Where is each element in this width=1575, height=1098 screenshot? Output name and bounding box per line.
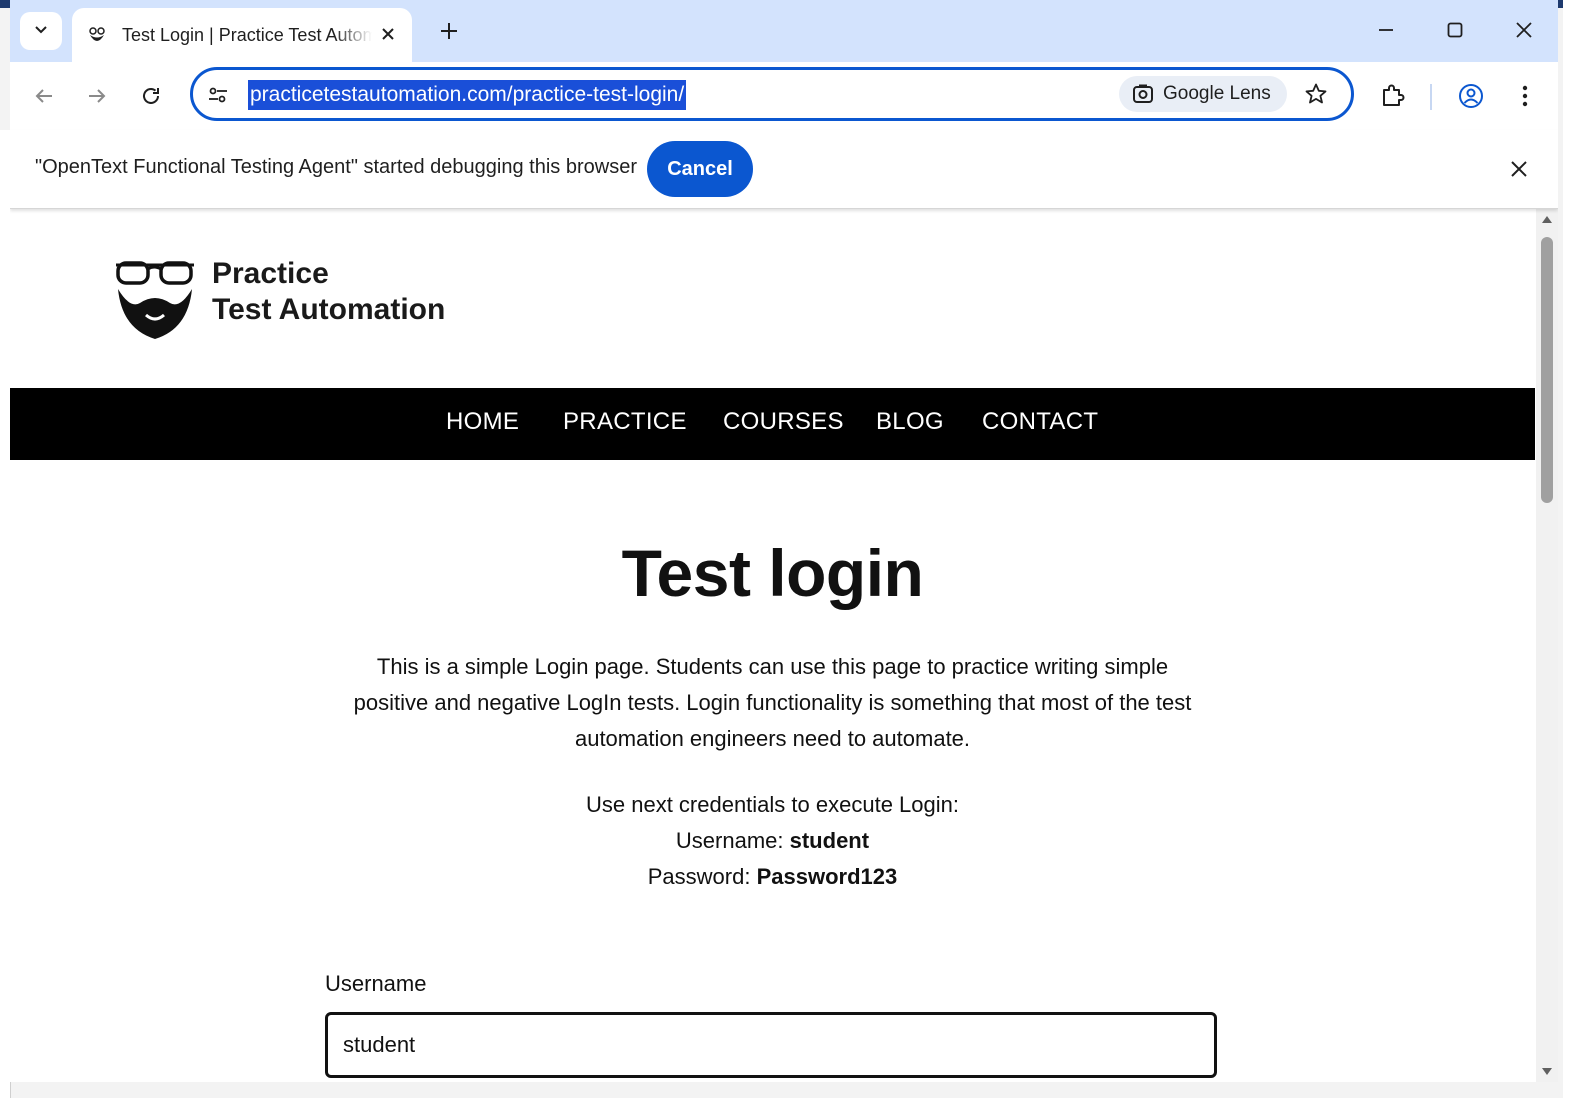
forward-icon[interactable] <box>77 76 117 116</box>
site-info-icon[interactable] <box>205 82 231 108</box>
background-window-edge-right <box>1563 0 1575 1098</box>
tab-title: Test Login | Practice Test Automation <box>122 24 372 45</box>
bookmark-star-icon[interactable] <box>1301 79 1331 109</box>
credentials-block: Use next credentials to execute Login: U… <box>10 787 1535 895</box>
close-window-icon[interactable] <box>1504 10 1544 50</box>
credentials-password-value: Password123 <box>756 864 898 889</box>
page-title: Test login <box>621 536 924 610</box>
browser-toolbar: practicetestautomation.com/practice-test… <box>10 62 1558 130</box>
infobar-message: "OpenText Functional Testing Agent" star… <box>35 156 637 178</box>
logo-glasses-beard-icon <box>116 261 194 339</box>
nav-home[interactable]: HOME <box>446 408 519 436</box>
credentials-username-value: student <box>789 828 870 853</box>
favicon-icon <box>86 24 108 46</box>
site-logo[interactable]: Practice Test Automation <box>114 257 474 347</box>
new-tab-icon[interactable] <box>434 16 464 46</box>
maximize-icon[interactable] <box>1435 10 1475 50</box>
reload-icon[interactable] <box>131 76 171 116</box>
credentials-username-label: Username: <box>675 828 784 853</box>
logo-line-2: Test Automation <box>212 293 446 326</box>
address-bar[interactable]: practicetestautomation.com/practice-test… <box>190 67 1354 121</box>
nav-contact[interactable]: CONTACT <box>982 408 1098 436</box>
username-input[interactable] <box>325 1012 1217 1078</box>
page-scrollbar[interactable] <box>1536 209 1558 1082</box>
tab-search-button[interactable] <box>20 12 62 50</box>
menu-icon[interactable] <box>1505 76 1545 116</box>
close-infobar-icon[interactable] <box>1504 154 1534 184</box>
google-lens-label: Google Lens <box>1163 83 1271 104</box>
credentials-username-line: Username: student <box>10 823 1535 859</box>
logo-line-1: Practice <box>212 257 329 290</box>
nav-practice[interactable]: PRACTICE <box>563 408 687 436</box>
nav-blog[interactable]: BLOG <box>876 408 944 436</box>
toolbar-separator <box>1430 84 1432 110</box>
active-tab[interactable]: Test Login | Practice Test Automation <box>72 8 412 62</box>
cancel-debugging-button[interactable]: Cancel <box>647 141 753 197</box>
minimize-icon[interactable] <box>1366 10 1406 50</box>
tab-strip: Test Login | Practice Test Automation <box>10 0 1558 62</box>
web-page: Practice Test Automation HOME PRACTICE C… <box>10 209 1535 1082</box>
tab-search-icon <box>33 21 49 42</box>
extensions-icon[interactable] <box>1372 76 1412 116</box>
browser-window: Test Login | Practice Test Automation <box>10 0 1558 1082</box>
google-lens-button[interactable]: Google Lens <box>1119 76 1287 112</box>
back-icon[interactable] <box>24 76 64 116</box>
scrollbar-thumb[interactable] <box>1541 237 1553 503</box>
main-navigation: HOME PRACTICE COURSES BLOG CONTACT <box>10 388 1535 460</box>
close-tab-icon[interactable] <box>376 22 400 46</box>
username-field-label: Username <box>325 971 427 996</box>
google-lens-icon <box>1131 82 1155 106</box>
scroll-down-icon[interactable] <box>1540 1066 1554 1078</box>
nav-courses[interactable]: COURSES <box>723 408 844 436</box>
profile-icon[interactable] <box>1451 76 1491 116</box>
intro-paragraph: This is a simple Login page. Students ca… <box>353 654 1192 751</box>
credentials-password-line: Password: Password123 <box>10 859 1535 895</box>
credentials-password-label: Password: <box>647 864 751 889</box>
scroll-up-icon[interactable] <box>1540 213 1554 225</box>
credentials-heading: Use next credentials to execute Login: <box>585 792 959 817</box>
url-text[interactable]: practicetestautomation.com/practice-test… <box>248 80 687 110</box>
debugging-infobar: "OpenText Functional Testing Agent" star… <box>10 130 1558 209</box>
